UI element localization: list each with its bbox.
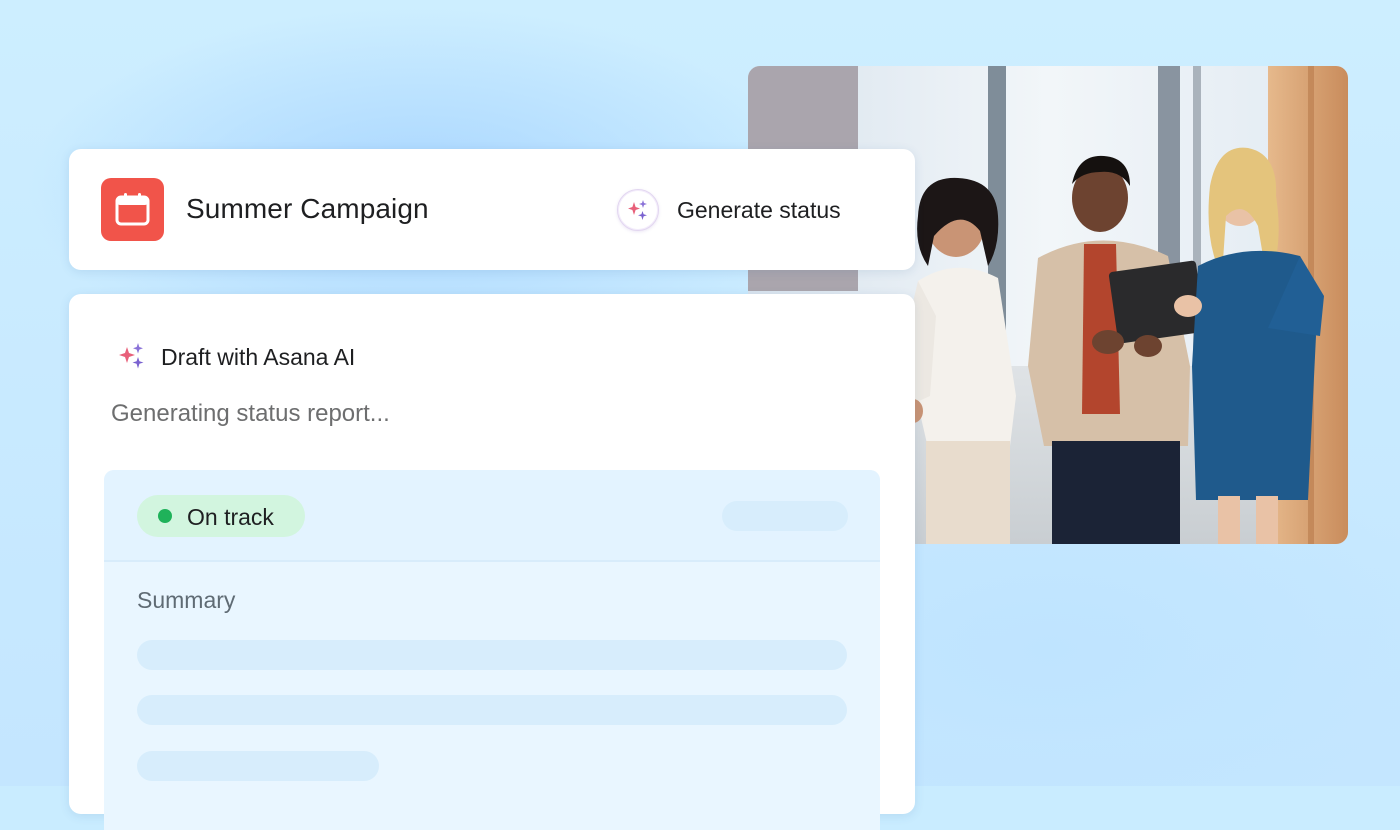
generating-status-text: Generating status report... <box>111 400 390 427</box>
status-badge-label: On track <box>187 504 274 530</box>
project-title: Summer Campaign <box>186 193 429 224</box>
report-header: On track <box>104 470 880 562</box>
draft-label: Draft with Asana AI <box>161 344 356 370</box>
status-draft-card: Draft with Asana AI Generating status re… <box>69 294 915 830</box>
generate-status-label: Generate status <box>677 197 841 223</box>
sparkle-icon <box>617 189 659 231</box>
summary-heading: Summary <box>137 587 236 613</box>
status-dot-icon <box>158 509 172 523</box>
loading-placeholder <box>137 695 847 725</box>
loading-placeholder <box>137 640 847 670</box>
calendar-icon <box>101 178 164 241</box>
generate-status-button[interactable]: Generate status <box>617 187 877 233</box>
loading-placeholder <box>722 501 848 531</box>
sparkle-icon <box>119 343 144 369</box>
status-report-preview: On track Summary <box>104 470 880 830</box>
status-badge[interactable]: On track <box>137 495 305 537</box>
project-header-card: Summer Campaign Generate status <box>69 149 915 270</box>
loading-placeholder <box>137 751 379 781</box>
